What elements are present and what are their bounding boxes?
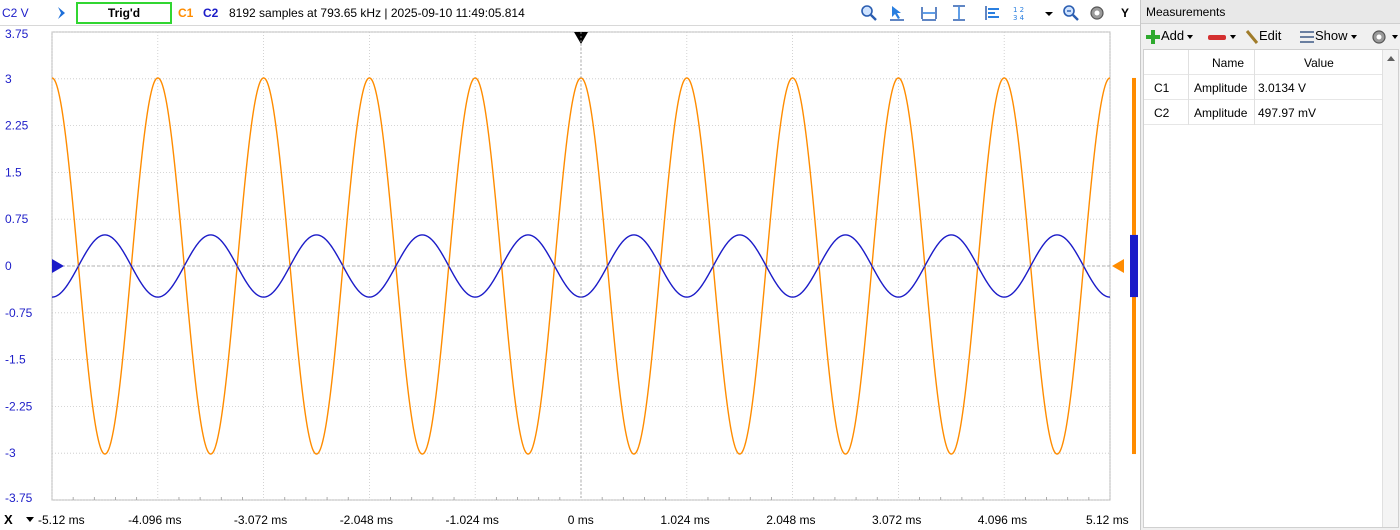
- row-measurement-name: Amplitude: [1194, 106, 1248, 120]
- chevron-down-icon[interactable]: [1040, 4, 1058, 22]
- x-tick-label: -5.12 ms: [38, 513, 85, 527]
- x-tick-label: -2.048 ms: [339, 513, 394, 527]
- panel-title-bar: Measurements: [1141, 0, 1400, 24]
- zoom-reset-icon[interactable]: [1062, 4, 1080, 22]
- y-tick-label: 2.25: [5, 119, 29, 133]
- row-measurement-value: 3.0134 V: [1258, 81, 1307, 95]
- run-arrow-icon[interactable]: [55, 5, 69, 21]
- x-axis-bar: X -5.12 ms -4.096 ms -3.072 ms -2.048 ms -1.…: [0, 508, 1140, 530]
- vertical-measure-icon[interactable]: [950, 4, 968, 22]
- vertical-scrollbar[interactable]: [1382, 50, 1398, 527]
- svg-text:1 2: 1 2: [1013, 6, 1024, 14]
- x-tick-label: 0 ms: [567, 513, 594, 527]
- y-tick-label: -3.75: [5, 491, 33, 505]
- settings-gear-icon[interactable]: [1088, 4, 1106, 22]
- y-tick-label: 0.75: [5, 212, 29, 226]
- chart-canvas[interactable]: 3.75 3 2.25 1.5 0.75 0 -0.75 -1.5 -2.25 -3 -3.75: [0, 26, 1140, 508]
- acquisition-info: 8192 samples at 793.65 kHz | 2025-09-10 …: [229, 6, 525, 20]
- y-tick-label: -3: [5, 446, 16, 460]
- align-icon[interactable]: [984, 4, 1002, 22]
- x-tick-label: -4.096 ms: [128, 513, 182, 527]
- x-tick-label: -3.072 ms: [233, 513, 288, 527]
- edit-label: Edit: [1259, 28, 1282, 43]
- channel2-range-strip: [1130, 234, 1138, 298]
- column-header-name[interactable]: Name: [1212, 56, 1244, 70]
- oscilloscope-plot[interactable]: 3.75 3 2.25 1.5 0.75 0 -0.75 -1.5 -2.25 -3 -3.75: [0, 26, 1140, 508]
- column-header-value[interactable]: Value: [1304, 56, 1334, 70]
- x-tick-label: 2.048 ms: [766, 513, 816, 527]
- panel-settings-button[interactable]: [1371, 27, 1398, 45]
- panel-toolbar: Add Edit Show: [1141, 24, 1400, 48]
- x-axis-button[interactable]: X: [4, 512, 13, 527]
- add-label: Add: [1161, 28, 1185, 43]
- table-row[interactable]: C1 Amplitude 3.0134 V: [1144, 75, 1384, 100]
- trigger-status[interactable]: Trig'd: [76, 2, 172, 24]
- x-tick-label: -1.024 ms: [445, 513, 499, 527]
- channel-order-icon[interactable]: 1 23 4: [1012, 4, 1030, 22]
- y-tick-label: 0: [5, 259, 12, 273]
- x-tick-label: 5.12 ms: [1086, 513, 1129, 527]
- show-measurements-button[interactable]: Show: [1299, 27, 1357, 45]
- minus-icon: [1208, 34, 1226, 40]
- row-measurement-name: Amplitude: [1194, 81, 1248, 95]
- column-divider: [1188, 50, 1189, 125]
- column-divider: [1254, 50, 1255, 125]
- x-tick-label: 1.024 ms: [660, 513, 710, 527]
- row-channel: C1: [1154, 81, 1170, 95]
- y-tick-label: 1.5: [5, 165, 22, 179]
- channel1-toggle[interactable]: C1: [178, 6, 193, 20]
- x-tick-label: 4.096 ms: [977, 513, 1028, 527]
- channel2-toggle[interactable]: C2: [203, 6, 218, 20]
- y-axis-button[interactable]: Y: [1115, 3, 1135, 23]
- table-header: Name Value: [1144, 50, 1384, 75]
- channel1-offset-marker: [1112, 259, 1124, 273]
- y-tick-label: 3: [5, 72, 12, 86]
- x-tick-label: 3.072 ms: [872, 513, 922, 527]
- scroll-up-icon[interactable]: [1387, 56, 1395, 61]
- list-icon: [1300, 30, 1314, 43]
- x-axis-dropdown-icon[interactable]: [26, 517, 34, 522]
- y-unit-label[interactable]: C2 V: [2, 6, 29, 20]
- cursor-tool-icon[interactable]: [888, 4, 906, 22]
- table-row[interactable]: C2 Amplitude 497.97 mV: [1144, 100, 1384, 125]
- show-label: Show: [1315, 28, 1348, 43]
- edit-icon: [1245, 29, 1259, 44]
- y-tick-label: -0.75: [5, 306, 33, 320]
- panel-title: Measurements: [1146, 5, 1226, 19]
- y-tick-label: -2.25: [5, 399, 33, 413]
- remove-measurement-button[interactable]: [1207, 27, 1236, 45]
- plus-icon: [1146, 29, 1160, 44]
- y-tick-label: -1.5: [5, 353, 26, 367]
- horizontal-measure-icon[interactable]: [920, 4, 938, 22]
- svg-text:3 4: 3 4: [1013, 14, 1025, 22]
- measurements-table: Name Value C1 Amplitude 3.0134 V C2 Ampl…: [1143, 49, 1399, 528]
- y-tick-label: 3.75: [5, 27, 29, 41]
- row-channel: C2: [1154, 106, 1170, 120]
- scope-toolbar: C2 V Trig'd C1 C2 8192 samples at 793.65…: [0, 0, 1140, 26]
- row-measurement-value: 497.97 mV: [1258, 106, 1317, 120]
- edit-measurement-button[interactable]: Edit: [1245, 27, 1281, 45]
- settings-gear-icon: [1372, 29, 1386, 44]
- zoom-icon[interactable]: [860, 4, 878, 22]
- measurements-panel: Measurements Add Edit Show Name Value C1…: [1140, 0, 1400, 530]
- add-measurement-button[interactable]: Add: [1145, 27, 1194, 45]
